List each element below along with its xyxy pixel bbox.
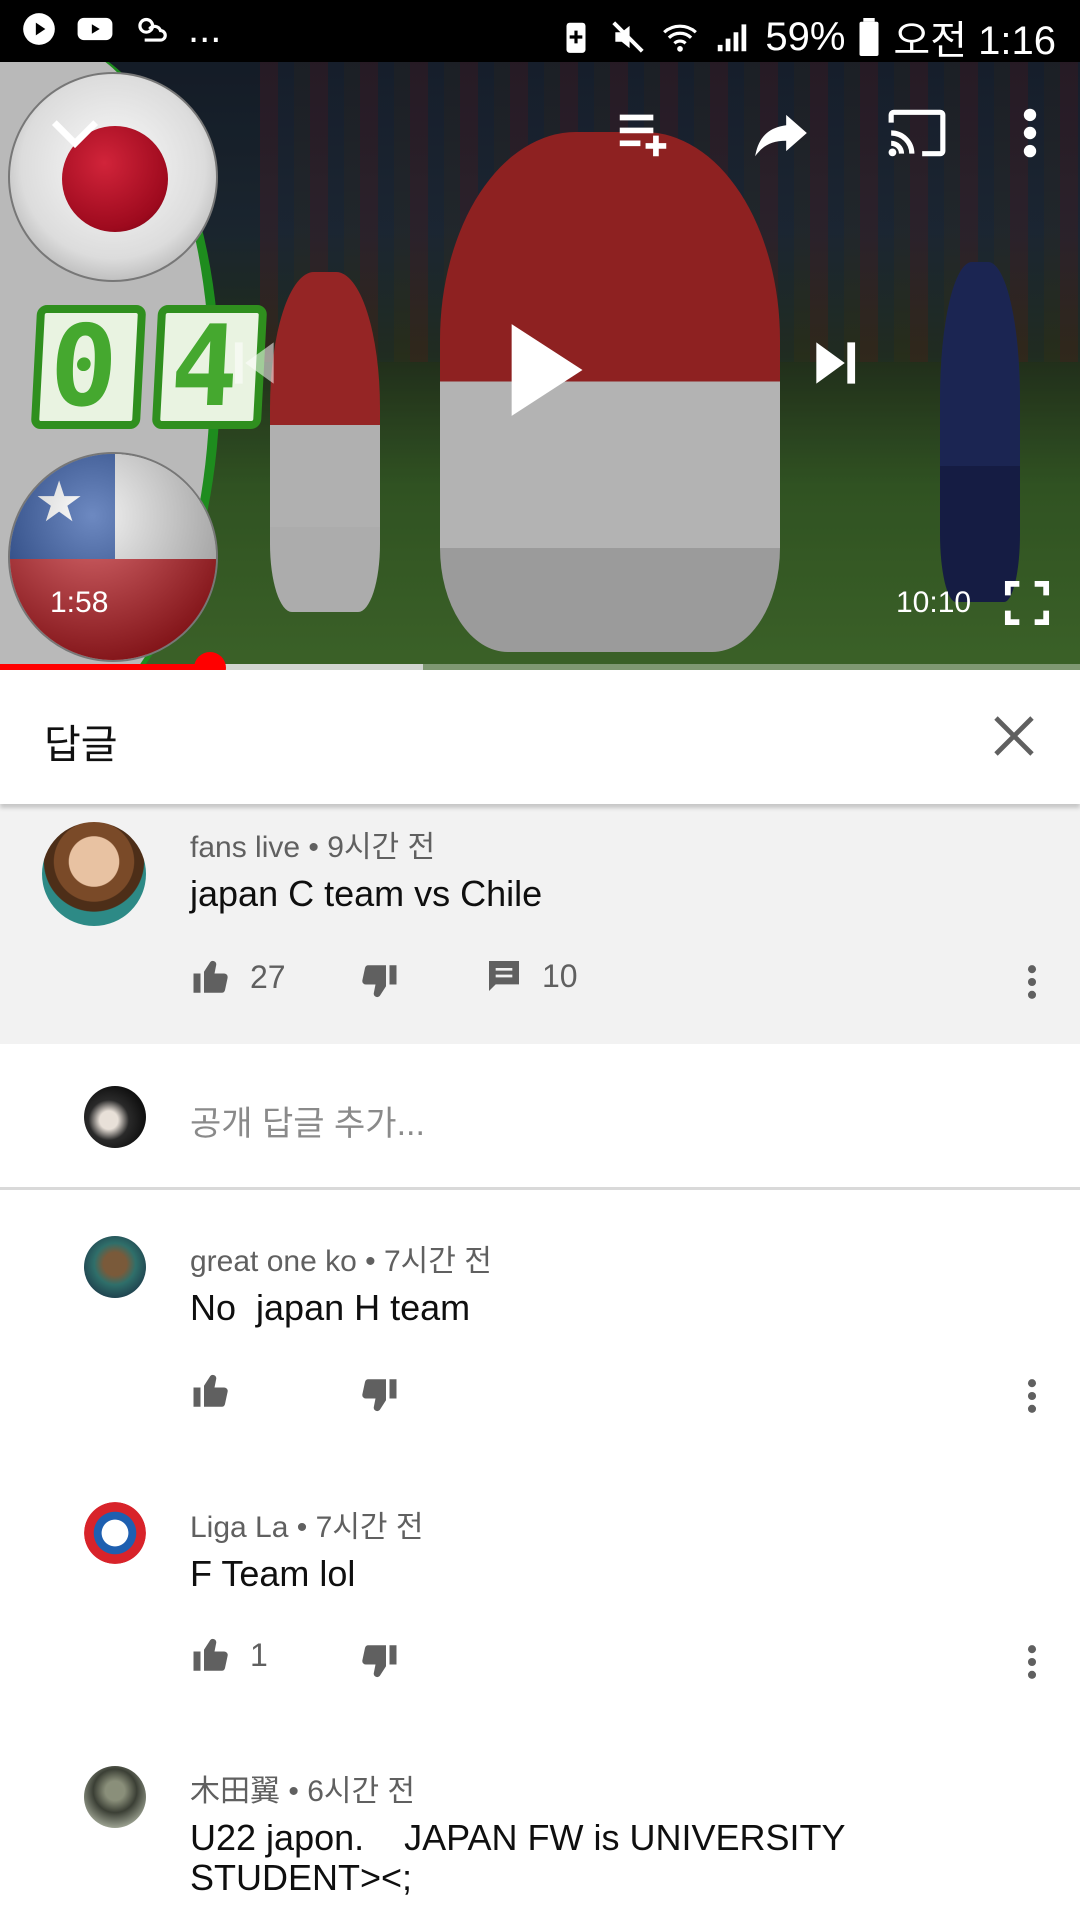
play-icon[interactable]	[500, 320, 590, 420]
comment-author[interactable]: 木田翼	[190, 1775, 280, 1808]
status-more: ...	[188, 7, 222, 51]
thumbs-down-icon[interactable]	[358, 960, 400, 1002]
chevron-down-icon[interactable]	[44, 102, 106, 164]
replies-header: 답글	[0, 670, 1080, 804]
meta-separator: •	[288, 1775, 299, 1808]
cast-icon[interactable]	[884, 102, 950, 164]
reply-item: Liga La • 7시간 전 F Team lol 1	[0, 1476, 1080, 1736]
video-player[interactable]: 04 ★ 1:58 10:10	[0, 62, 1080, 670]
chile-flag: ★	[8, 452, 218, 662]
reply-count: 10	[542, 957, 578, 994]
thumbs-up-icon[interactable]	[190, 1634, 232, 1676]
comment-icon[interactable]	[484, 956, 524, 996]
comment-meta: 木田翼 • 6시간 전	[190, 1766, 415, 1810]
score-japan: 0	[30, 302, 147, 432]
close-icon[interactable]	[978, 700, 1050, 772]
thumbs-down-icon[interactable]	[358, 1640, 400, 1682]
comment-text: F Team lol	[190, 1553, 356, 1594]
battery-saver-icon	[566, 22, 586, 53]
fullscreen-icon[interactable]	[1004, 580, 1050, 626]
reply-input[interactable]: 공개 답글 추가...	[190, 1096, 425, 1145]
meta-separator: •	[296, 1511, 308, 1544]
reply-item: great one ko • 7시간 전 No japan H team	[0, 1210, 1080, 1470]
comment-author[interactable]: fans live	[190, 831, 300, 864]
comment-author[interactable]: Liga La	[190, 1511, 288, 1544]
comment-text: japan C team vs Chile	[190, 873, 543, 914]
meta-separator: •	[365, 1245, 376, 1278]
comment-meta: Liga La • 7시간 전	[190, 1502, 423, 1546]
skip-previous-icon[interactable]	[222, 332, 284, 394]
comment-author[interactable]: great one ko	[190, 1245, 357, 1278]
play-circle-icon	[23, 13, 55, 45]
avatar[interactable]	[84, 1236, 146, 1298]
skip-next-icon[interactable]	[806, 332, 868, 394]
comment-meta: fans live • 9시간 전	[190, 822, 435, 866]
comment-more-icon[interactable]	[1022, 1374, 1042, 1418]
clock: 오전 1:16	[893, 19, 1056, 63]
like-button[interactable]: 1	[190, 1634, 268, 1676]
current-time: 1:58	[50, 586, 109, 619]
like-button[interactable]: 27	[190, 956, 286, 998]
comment-text: No japan H team	[190, 1287, 471, 1328]
like-count: 27	[250, 958, 286, 995]
avatar[interactable]	[42, 822, 146, 926]
user-avatar	[84, 1086, 146, 1148]
comment-time: 7시간 전	[384, 1245, 492, 1278]
reply-count-button[interactable]: 10	[484, 956, 578, 996]
comment-time: 6시간 전	[307, 1775, 416, 1808]
japan-flag	[8, 72, 218, 282]
playlist-add-icon[interactable]	[612, 102, 674, 164]
comment-more-icon[interactable]	[1022, 1640, 1042, 1684]
comment-time: 7시간 전	[315, 1511, 424, 1544]
avatar[interactable]	[84, 1502, 146, 1564]
like-count: 1	[250, 1636, 268, 1673]
replies-title: 답글	[44, 723, 118, 767]
add-reply-row[interactable]: 공개 답글 추가...	[0, 1044, 1080, 1190]
thumbs-down-icon[interactable]	[358, 1374, 400, 1416]
battery-icon	[859, 18, 879, 56]
thumbs-up-icon[interactable]	[190, 956, 232, 998]
share-icon[interactable]	[750, 102, 812, 164]
thumbs-up-icon[interactable]	[190, 1370, 232, 1412]
mute-icon	[612, 21, 645, 53]
meta-separator: •	[308, 831, 319, 864]
comment-text: U22 japon. JAPAN FW is UNIVERSITY STUDEN…	[190, 1817, 855, 1898]
wifi-icon	[663, 24, 698, 52]
comment-meta: great one ko • 7시간 전	[190, 1236, 492, 1280]
parent-comment: fans live • 9시간 전 japan C team vs Chile …	[0, 804, 1080, 1044]
battery-percent: 59%	[765, 14, 846, 59]
cloud-sun-icon	[138, 17, 167, 42]
signal-icon	[718, 24, 747, 52]
duration: 10:10	[896, 586, 972, 619]
youtube-icon	[77, 17, 113, 41]
more-vertical-icon[interactable]	[1010, 102, 1050, 164]
comment-time: 9시간 전	[327, 831, 436, 864]
reply-item: 木田翼 • 6시간 전 U22 japon. JAPAN FW is UNIVE…	[0, 1740, 1080, 1920]
comment-more-icon[interactable]	[1022, 960, 1042, 1004]
avatar[interactable]	[84, 1766, 146, 1828]
status-bar: ... 59% 오전 1:16	[0, 0, 1080, 63]
